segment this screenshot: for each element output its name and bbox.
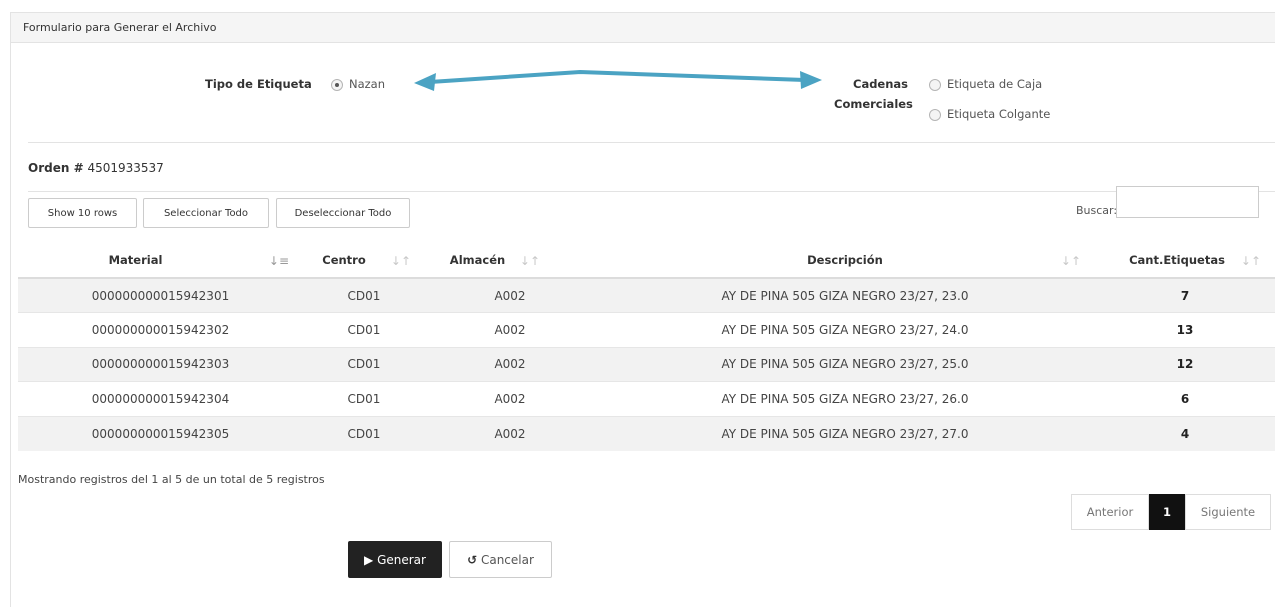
header-label: Material [108, 252, 163, 267]
sort-icon: ↓↑ [1240, 254, 1261, 268]
divider-top [28, 142, 1275, 143]
column-header-centro[interactable]: Centro ↓↑ [303, 242, 425, 279]
table-row[interactable]: 000000000015942305 CD01 A002 AY DE PINA … [18, 415, 1275, 451]
cancel-button-label: Cancelar [480, 552, 534, 567]
column-header-material[interactable]: Material ↓≡ [18, 242, 303, 279]
cell-almacen: A002 [425, 415, 595, 451]
header-label: Centro [322, 252, 366, 267]
cell-cant-etiquetas: 7 [1095, 277, 1275, 313]
cell-descripcion: AY DE PINA 505 GIZA NEGRO 23/27, 23.0 [595, 277, 1095, 313]
radio-etiqueta-colgante[interactable] [929, 109, 941, 121]
cadenas-label-line2: Comerciales [834, 97, 913, 111]
cell-descripcion: AY DE PINA 505 GIZA NEGRO 23/27, 26.0 [595, 381, 1095, 416]
orden-label: Orden # [28, 161, 84, 175]
cell-material: 000000000015942302 [18, 312, 303, 347]
cell-almacen: A002 [425, 381, 595, 416]
cell-centro: CD01 [303, 415, 425, 451]
panel-heading: Formulario para Generar el Archivo [11, 13, 1275, 43]
radio-etiqueta-caja-label[interactable]: Etiqueta de Caja [947, 77, 1042, 91]
annotation-arrows [414, 69, 822, 91]
table-row[interactable]: 000000000015942303 CD01 A002 AY DE PINA … [18, 346, 1275, 382]
materials-table: Material ↓≡ Centro ↓↑ Almacén ↓↑ Descrip… [18, 242, 1275, 451]
table-row[interactable]: 000000000015942301 CD01 A002 AY DE PINA … [18, 277, 1275, 313]
cell-centro: CD01 [303, 277, 425, 313]
header-label: Descripción [807, 252, 883, 267]
cell-cant-etiquetas: 13 [1095, 312, 1275, 347]
cell-descripcion: AY DE PINA 505 GIZA NEGRO 23/27, 24.0 [595, 312, 1095, 347]
search-input[interactable] [1116, 186, 1259, 218]
generate-button-label: Generar [377, 552, 426, 567]
cadenas-label-line1: Cadenas [853, 77, 909, 91]
orden-line: Orden # 4501933537 [28, 161, 164, 175]
arrow-head-right [800, 71, 822, 89]
cell-material: 000000000015942304 [18, 381, 303, 416]
cell-material: 000000000015942303 [18, 346, 303, 382]
cell-cant-etiquetas: 4 [1095, 415, 1275, 451]
cell-cant-etiquetas: 12 [1095, 346, 1275, 382]
tipo-etiqueta-label: Tipo de Etiqueta [205, 77, 312, 91]
column-header-descripcion[interactable]: Descripción ↓↑ [595, 242, 1095, 279]
table-info: Mostrando registros del 1 al 5 de un tot… [18, 473, 325, 486]
table-row[interactable]: 000000000015942304 CD01 A002 AY DE PINA … [18, 381, 1275, 416]
orden-number: 4501933537 [87, 161, 164, 175]
radio-etiqueta-colgante-label[interactable]: Etiqueta Colgante [947, 107, 1050, 121]
radio-etiqueta-caja[interactable] [929, 79, 941, 91]
pagination-page-1[interactable]: 1 [1149, 494, 1185, 530]
select-all-button[interactable]: Seleccionar Todo [143, 198, 269, 228]
divider-orden [28, 191, 1275, 192]
radio-nazan[interactable] [331, 79, 343, 91]
pagination-prev[interactable]: Anterior [1071, 494, 1149, 530]
cell-almacen: A002 [425, 312, 595, 347]
arrow-line [428, 69, 807, 84]
column-header-almacen[interactable]: Almacén ↓↑ [425, 242, 595, 279]
show-rows-button[interactable]: Show 10 rows [28, 198, 137, 228]
sort-icon: ↓↑ [1060, 254, 1081, 268]
cell-descripcion: AY DE PINA 505 GIZA NEGRO 23/27, 27.0 [595, 415, 1095, 451]
search-label: Buscar: [1076, 204, 1118, 217]
generate-button[interactable]: ▶ Generar [348, 541, 442, 578]
column-header-cant-etiquetas[interactable]: Cant.Etiquetas ↓↑ [1095, 242, 1275, 279]
cell-cant-etiquetas: 6 [1095, 381, 1275, 416]
table-header-row: Material ↓≡ Centro ↓↑ Almacén ↓↑ Descrip… [18, 242, 1275, 279]
cell-centro: CD01 [303, 312, 425, 347]
sort-icon: ↓↑ [519, 254, 540, 268]
arrow-head-left [414, 73, 436, 91]
sort-icon: ↓↑ [390, 254, 411, 268]
cell-almacen: A002 [425, 346, 595, 382]
cell-material: 000000000015942301 [18, 277, 303, 313]
table-row[interactable]: 000000000015942302 CD01 A002 AY DE PINA … [18, 312, 1275, 347]
radio-nazan-label[interactable]: Nazan [349, 77, 385, 91]
cell-almacen: A002 [425, 277, 595, 313]
sort-ascending-icon: ↓≡ [268, 254, 289, 268]
cell-material: 000000000015942305 [18, 415, 303, 451]
cell-descripcion: AY DE PINA 505 GIZA NEGRO 23/27, 25.0 [595, 346, 1095, 382]
cell-centro: CD01 [303, 381, 425, 416]
header-label: Almacén [449, 252, 506, 267]
header-label: Cant.Etiquetas [1129, 252, 1225, 267]
pagination-next[interactable]: Siguiente [1185, 494, 1271, 530]
deselect-all-button[interactable]: Deseleccionar Todo [276, 198, 410, 228]
undo-icon: ↺ [467, 552, 478, 567]
play-icon: ▶ [364, 552, 374, 567]
cell-centro: CD01 [303, 346, 425, 382]
cancel-button[interactable]: ↺ Cancelar [449, 541, 552, 578]
